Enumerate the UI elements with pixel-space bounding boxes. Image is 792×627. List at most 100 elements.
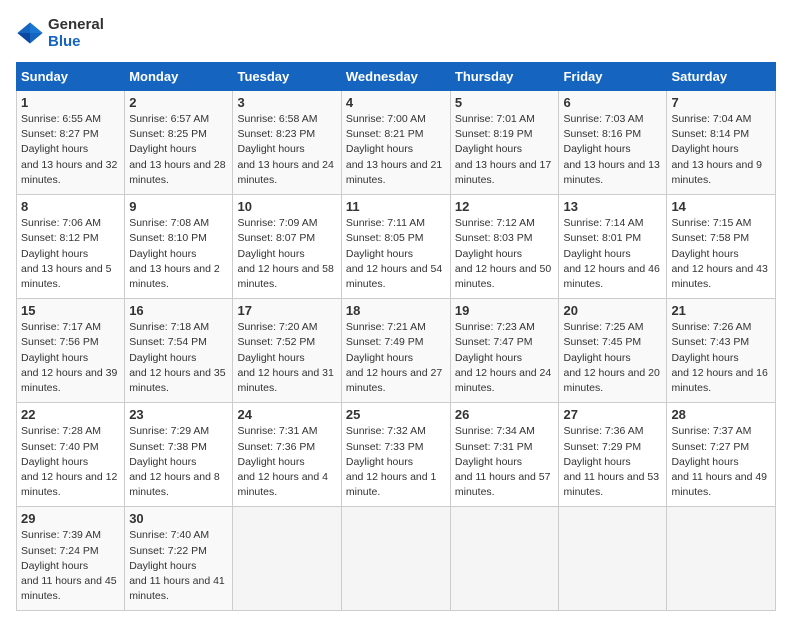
day-number: 26 <box>455 407 555 422</box>
calendar-cell: 30 Sunrise: 7:40 AM Sunset: 7:22 PM Dayl… <box>125 507 233 611</box>
calendar-cell: 22 Sunrise: 7:28 AM Sunset: 7:40 PM Dayl… <box>17 403 125 507</box>
day-number: 11 <box>346 199 446 214</box>
day-info: Sunrise: 7:03 AM Sunset: 8:16 PM Dayligh… <box>563 112 662 188</box>
day-info: Sunrise: 7:21 AM Sunset: 7:49 PM Dayligh… <box>346 320 446 396</box>
day-number: 7 <box>671 95 771 110</box>
day-number: 1 <box>21 95 120 110</box>
calendar-cell: 21 Sunrise: 7:26 AM Sunset: 7:43 PM Dayl… <box>667 299 776 403</box>
day-info: Sunrise: 7:00 AM Sunset: 8:21 PM Dayligh… <box>346 112 446 188</box>
calendar-cell: 1 Sunrise: 6:55 AM Sunset: 8:27 PM Dayli… <box>17 91 125 195</box>
calendar-cell: 9 Sunrise: 7:08 AM Sunset: 8:10 PM Dayli… <box>125 195 233 299</box>
day-number: 23 <box>129 407 228 422</box>
calendar-cell: 27 Sunrise: 7:36 AM Sunset: 7:29 PM Dayl… <box>559 403 667 507</box>
day-number: 15 <box>21 303 120 318</box>
day-number: 27 <box>563 407 662 422</box>
day-info: Sunrise: 7:28 AM Sunset: 7:40 PM Dayligh… <box>21 424 120 500</box>
calendar-cell: 10 Sunrise: 7:09 AM Sunset: 8:07 PM Dayl… <box>233 195 341 299</box>
day-number: 16 <box>129 303 228 318</box>
calendar-cell <box>559 507 667 611</box>
header-monday: Monday <box>125 63 233 91</box>
logo: General Blue <box>16 16 104 50</box>
day-number: 12 <box>455 199 555 214</box>
calendar-cell: 14 Sunrise: 7:15 AM Sunset: 7:58 PM Dayl… <box>667 195 776 299</box>
day-number: 3 <box>237 95 336 110</box>
day-number: 8 <box>21 199 120 214</box>
calendar-cell <box>667 507 776 611</box>
calendar-week-2: 8 Sunrise: 7:06 AM Sunset: 8:12 PM Dayli… <box>17 195 776 299</box>
header-wednesday: Wednesday <box>341 63 450 91</box>
day-info: Sunrise: 7:25 AM Sunset: 7:45 PM Dayligh… <box>563 320 662 396</box>
calendar-cell: 26 Sunrise: 7:34 AM Sunset: 7:31 PM Dayl… <box>450 403 559 507</box>
day-info: Sunrise: 7:14 AM Sunset: 8:01 PM Dayligh… <box>563 216 662 292</box>
day-number: 24 <box>237 407 336 422</box>
calendar-table: SundayMondayTuesdayWednesdayThursdayFrid… <box>16 62 776 611</box>
day-info: Sunrise: 7:36 AM Sunset: 7:29 PM Dayligh… <box>563 424 662 500</box>
day-info: Sunrise: 7:34 AM Sunset: 7:31 PM Dayligh… <box>455 424 555 500</box>
day-info: Sunrise: 7:40 AM Sunset: 7:22 PM Dayligh… <box>129 528 228 604</box>
calendar-cell: 2 Sunrise: 6:57 AM Sunset: 8:25 PM Dayli… <box>125 91 233 195</box>
day-info: Sunrise: 7:15 AM Sunset: 7:58 PM Dayligh… <box>671 216 771 292</box>
header-sunday: Sunday <box>17 63 125 91</box>
day-info: Sunrise: 7:39 AM Sunset: 7:24 PM Dayligh… <box>21 528 120 604</box>
calendar-cell: 8 Sunrise: 7:06 AM Sunset: 8:12 PM Dayli… <box>17 195 125 299</box>
calendar-cell: 7 Sunrise: 7:04 AM Sunset: 8:14 PM Dayli… <box>667 91 776 195</box>
calendar-week-5: 29 Sunrise: 7:39 AM Sunset: 7:24 PM Dayl… <box>17 507 776 611</box>
day-info: Sunrise: 7:04 AM Sunset: 8:14 PM Dayligh… <box>671 112 771 188</box>
day-number: 14 <box>671 199 771 214</box>
day-number: 6 <box>563 95 662 110</box>
day-info: Sunrise: 7:37 AM Sunset: 7:27 PM Dayligh… <box>671 424 771 500</box>
page-header: General Blue <box>16 16 776 50</box>
calendar-cell: 12 Sunrise: 7:12 AM Sunset: 8:03 PM Dayl… <box>450 195 559 299</box>
calendar-week-3: 15 Sunrise: 7:17 AM Sunset: 7:56 PM Dayl… <box>17 299 776 403</box>
header-friday: Friday <box>559 63 667 91</box>
day-number: 29 <box>21 511 120 526</box>
calendar-cell: 3 Sunrise: 6:58 AM Sunset: 8:23 PM Dayli… <box>233 91 341 195</box>
day-info: Sunrise: 7:06 AM Sunset: 8:12 PM Dayligh… <box>21 216 120 292</box>
day-number: 21 <box>671 303 771 318</box>
day-info: Sunrise: 6:55 AM Sunset: 8:27 PM Dayligh… <box>21 112 120 188</box>
calendar-cell: 16 Sunrise: 7:18 AM Sunset: 7:54 PM Dayl… <box>125 299 233 403</box>
day-number: 2 <box>129 95 228 110</box>
day-info: Sunrise: 7:23 AM Sunset: 7:47 PM Dayligh… <box>455 320 555 396</box>
day-info: Sunrise: 7:26 AM Sunset: 7:43 PM Dayligh… <box>671 320 771 396</box>
day-info: Sunrise: 7:17 AM Sunset: 7:56 PM Dayligh… <box>21 320 120 396</box>
calendar-cell: 18 Sunrise: 7:21 AM Sunset: 7:49 PM Dayl… <box>341 299 450 403</box>
logo-blue: Blue <box>48 33 104 50</box>
day-info: Sunrise: 7:11 AM Sunset: 8:05 PM Dayligh… <box>346 216 446 292</box>
day-number: 10 <box>237 199 336 214</box>
calendar-week-4: 22 Sunrise: 7:28 AM Sunset: 7:40 PM Dayl… <box>17 403 776 507</box>
header-saturday: Saturday <box>667 63 776 91</box>
calendar-cell: 28 Sunrise: 7:37 AM Sunset: 7:27 PM Dayl… <box>667 403 776 507</box>
day-info: Sunrise: 7:12 AM Sunset: 8:03 PM Dayligh… <box>455 216 555 292</box>
day-number: 9 <box>129 199 228 214</box>
logo-icon <box>16 19 44 47</box>
calendar-cell: 17 Sunrise: 7:20 AM Sunset: 7:52 PM Dayl… <box>233 299 341 403</box>
day-number: 18 <box>346 303 446 318</box>
header-tuesday: Tuesday <box>233 63 341 91</box>
calendar-cell: 4 Sunrise: 7:00 AM Sunset: 8:21 PM Dayli… <box>341 91 450 195</box>
day-number: 28 <box>671 407 771 422</box>
day-number: 30 <box>129 511 228 526</box>
day-number: 20 <box>563 303 662 318</box>
calendar-cell: 24 Sunrise: 7:31 AM Sunset: 7:36 PM Dayl… <box>233 403 341 507</box>
calendar-cell <box>233 507 341 611</box>
day-info: Sunrise: 7:29 AM Sunset: 7:38 PM Dayligh… <box>129 424 228 500</box>
calendar-cell <box>341 507 450 611</box>
calendar-cell: 15 Sunrise: 7:17 AM Sunset: 7:56 PM Dayl… <box>17 299 125 403</box>
day-info: Sunrise: 7:09 AM Sunset: 8:07 PM Dayligh… <box>237 216 336 292</box>
calendar-week-1: 1 Sunrise: 6:55 AM Sunset: 8:27 PM Dayli… <box>17 91 776 195</box>
day-info: Sunrise: 7:18 AM Sunset: 7:54 PM Dayligh… <box>129 320 228 396</box>
calendar-cell: 25 Sunrise: 7:32 AM Sunset: 7:33 PM Dayl… <box>341 403 450 507</box>
calendar-cell: 5 Sunrise: 7:01 AM Sunset: 8:19 PM Dayli… <box>450 91 559 195</box>
day-number: 4 <box>346 95 446 110</box>
calendar-header-row: SundayMondayTuesdayWednesdayThursdayFrid… <box>17 63 776 91</box>
calendar-cell: 19 Sunrise: 7:23 AM Sunset: 7:47 PM Dayl… <box>450 299 559 403</box>
day-info: Sunrise: 7:31 AM Sunset: 7:36 PM Dayligh… <box>237 424 336 500</box>
calendar-cell: 11 Sunrise: 7:11 AM Sunset: 8:05 PM Dayl… <box>341 195 450 299</box>
day-info: Sunrise: 6:58 AM Sunset: 8:23 PM Dayligh… <box>237 112 336 188</box>
day-number: 5 <box>455 95 555 110</box>
day-number: 19 <box>455 303 555 318</box>
day-info: Sunrise: 7:20 AM Sunset: 7:52 PM Dayligh… <box>237 320 336 396</box>
day-info: Sunrise: 6:57 AM Sunset: 8:25 PM Dayligh… <box>129 112 228 188</box>
calendar-cell: 20 Sunrise: 7:25 AM Sunset: 7:45 PM Dayl… <box>559 299 667 403</box>
